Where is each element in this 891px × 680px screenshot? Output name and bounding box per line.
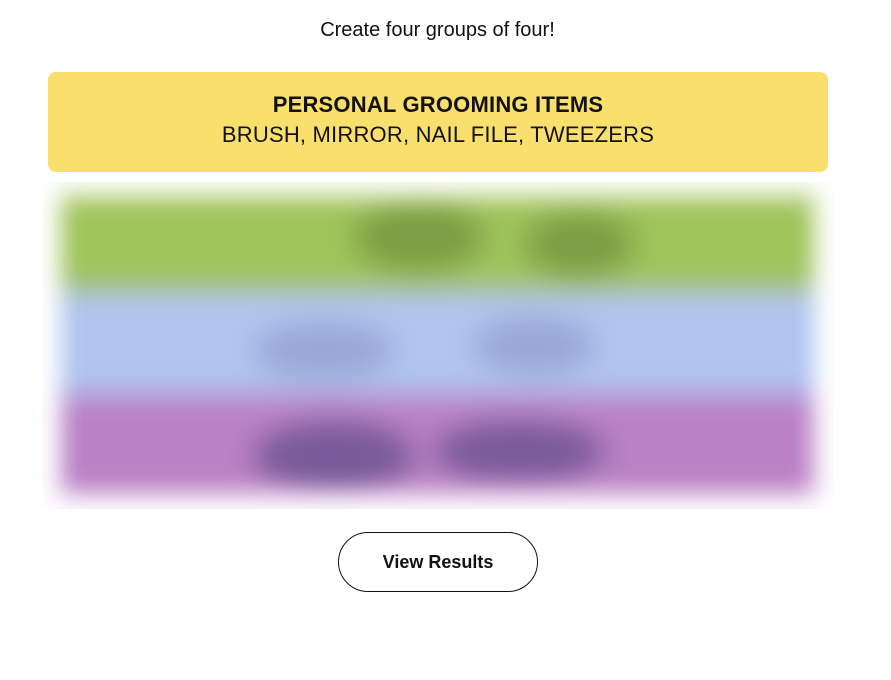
solved-group-yellow: PERSONAL GROOMING ITEMS BRUSH, MIRROR, N… [48,72,828,172]
connections-game: Create four groups of four! PERSONAL GRO… [0,0,891,680]
game-instructions: Create four groups of four! [320,19,555,41]
hidden-row-blue [54,288,821,398]
hidden-row-purple [54,396,821,506]
solved-group-category: PERSONAL GROOMING ITEMS [272,92,604,117]
view-results-button[interactable]: View Results [338,532,538,592]
blurred-remaining-tiles [42,182,833,509]
hidden-row-green [54,182,821,292]
solved-group-members: BRUSH, MIRROR, NAIL FILE, TWEEZERS [221,122,655,147]
